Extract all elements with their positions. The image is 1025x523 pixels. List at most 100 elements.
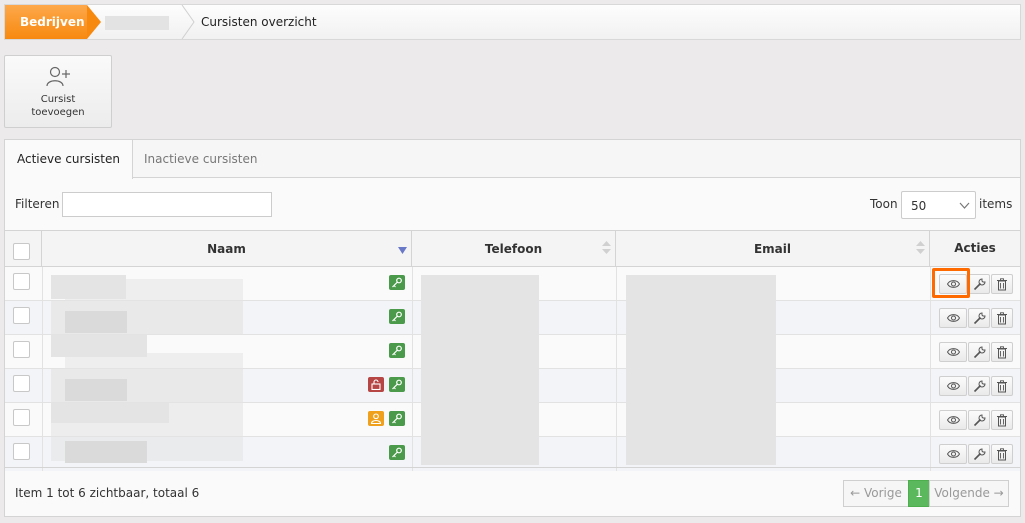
row-checkbox[interactable] — [13, 409, 30, 426]
cell-divider — [42, 369, 43, 403]
key-badge[interactable] — [389, 377, 405, 392]
name-redacted — [65, 441, 147, 463]
view-button[interactable] — [939, 274, 967, 294]
key-icon — [392, 413, 402, 424]
eye-icon — [947, 348, 960, 356]
sort-both-icon — [916, 241, 925, 254]
name-redacted — [65, 379, 127, 401]
add-user-icon — [46, 66, 70, 87]
unlock-badge[interactable] — [368, 377, 384, 392]
table-row — [5, 437, 1020, 471]
row-checkbox[interactable] — [13, 273, 30, 290]
header-acties-label: Acties — [954, 241, 996, 255]
table-row — [5, 369, 1020, 403]
header-naam[interactable]: Naam — [42, 231, 412, 266]
name-redacted — [65, 311, 127, 333]
row-checkbox[interactable] — [13, 375, 30, 392]
edit-button[interactable] — [968, 342, 990, 362]
filter-input[interactable] — [62, 192, 272, 217]
eye-icon — [947, 382, 960, 390]
add-student-label: Cursist toevoegen — [31, 94, 85, 118]
breadcrumb-separator-icon — [181, 5, 195, 39]
row-checkbox[interactable] — [13, 307, 30, 324]
delete-button[interactable] — [991, 308, 1013, 328]
delete-button[interactable] — [991, 410, 1013, 430]
row-checkbox[interactable] — [13, 341, 30, 358]
user-badge[interactable] — [368, 411, 384, 426]
cell-divider — [616, 369, 617, 403]
key-icon — [392, 311, 402, 322]
key-badge[interactable] — [389, 445, 405, 460]
wrench-icon — [973, 380, 986, 393]
cell-divider — [42, 301, 43, 335]
cell-divider — [616, 403, 617, 437]
delete-button[interactable] — [991, 376, 1013, 396]
breadcrumb-home[interactable]: Bedrijven — [5, 5, 87, 39]
edit-button[interactable] — [968, 410, 990, 430]
edit-button[interactable] — [968, 308, 990, 328]
header-telefoon[interactable]: Telefoon — [412, 231, 616, 266]
phone-redacted — [421, 335, 539, 369]
email-redacted — [626, 369, 776, 403]
trash-icon — [997, 414, 1007, 427]
edit-button[interactable] — [968, 376, 990, 396]
view-button[interactable] — [939, 342, 967, 362]
delete-button[interactable] — [991, 444, 1013, 464]
view-button[interactable] — [939, 376, 967, 396]
page-size-select[interactable]: 50 — [901, 191, 976, 219]
page-size-value: 50 — [911, 199, 927, 213]
table-row — [5, 301, 1020, 335]
phone-redacted — [421, 437, 539, 465]
page-size-label: Toon — [870, 197, 898, 211]
trash-icon — [997, 278, 1007, 291]
name-redacted — [65, 353, 243, 369]
cell-divider — [616, 335, 617, 369]
cell-divider — [412, 301, 413, 335]
cell-divider — [930, 437, 931, 471]
header-naam-label: Naam — [207, 242, 246, 256]
phone-redacted — [421, 403, 539, 437]
table-row — [5, 267, 1020, 301]
cell-divider — [616, 267, 617, 301]
tab-inactive-students[interactable]: Inactieve cursisten — [132, 140, 269, 178]
edit-button[interactable] — [968, 444, 990, 464]
cell-divider — [412, 267, 413, 301]
eye-icon — [947, 314, 960, 322]
select-all-checkbox[interactable] — [13, 243, 30, 260]
cell-divider — [616, 437, 617, 471]
header-telefoon-label: Telefoon — [484, 242, 543, 256]
key-badge[interactable] — [389, 343, 405, 358]
wrench-icon — [973, 346, 986, 359]
row-checkbox[interactable] — [13, 443, 30, 460]
wrench-icon — [973, 448, 986, 461]
view-button[interactable] — [939, 308, 967, 328]
breadcrumb-arrow — [87, 5, 101, 39]
tab-active-students[interactable]: Actieve cursisten — [5, 140, 133, 179]
eye-icon — [947, 280, 960, 288]
next-page-button[interactable]: Volgende → — [929, 480, 1009, 507]
header-acties: Acties — [930, 231, 1020, 266]
delete-button[interactable] — [991, 274, 1013, 294]
edit-button[interactable] — [968, 274, 990, 294]
key-icon — [392, 277, 402, 288]
breadcrumb-company-redacted[interactable] — [105, 16, 169, 30]
key-icon — [392, 379, 402, 390]
phone-redacted — [421, 369, 539, 403]
cell-divider — [930, 267, 931, 301]
header-email[interactable]: Email — [616, 231, 930, 266]
phone-redacted — [421, 275, 539, 301]
key-badge[interactable] — [389, 275, 405, 290]
prev-page-button[interactable]: ← Vorige — [843, 480, 909, 507]
cell-divider — [412, 335, 413, 369]
trash-icon — [997, 448, 1007, 461]
page-1-button[interactable]: 1 — [908, 480, 930, 507]
key-icon — [392, 345, 402, 356]
key-badge[interactable] — [389, 411, 405, 426]
view-button[interactable] — [939, 444, 967, 464]
filter-label: Filteren — [15, 197, 60, 211]
view-button[interactable] — [939, 410, 967, 430]
add-student-button[interactable]: Cursist toevoegen — [4, 55, 112, 128]
table-row — [5, 403, 1020, 437]
key-badge[interactable] — [389, 309, 405, 324]
delete-button[interactable] — [991, 342, 1013, 362]
